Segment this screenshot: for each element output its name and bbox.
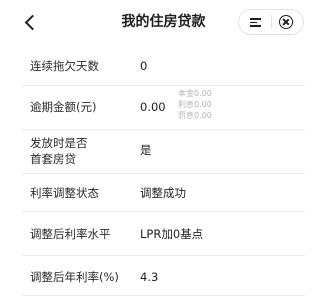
row-label: 逾期金额(元) — [30, 100, 97, 114]
nav-bar: 我的住房贷款 — [0, 0, 327, 44]
interest-amount: 利息0.00 — [178, 100, 212, 109]
menu-icon[interactable] — [250, 17, 261, 27]
info-row-first-home-loan: 发放时是否 首套房贷 是 — [0, 130, 327, 174]
row-label: 连续拖欠天数 — [30, 59, 99, 73]
row-label: 调整后利率水平 — [30, 227, 111, 241]
row-value: 调整成功 — [140, 186, 186, 200]
row-value: 4.3 — [140, 270, 159, 284]
info-row-overdue-days: 连续拖欠天数 0 — [0, 44, 327, 86]
row-value: LPR加0基点 — [140, 227, 204, 241]
row-value: 是 — [140, 143, 152, 157]
info-row-overdue-amount: 逾期金额(元) 0.00 本金0.00 利息0.00 罚息0.00 — [0, 86, 327, 130]
mini-program-capsule — [238, 9, 304, 35]
info-row-adjusted-annual-rate: 调整后年利率(%) 4.3 — [0, 256, 327, 296]
row-value: 0 — [140, 59, 148, 73]
row-label: 调整后年利率(%) — [30, 270, 119, 284]
row-value: 0.00 — [140, 100, 166, 114]
capsule-divider — [271, 15, 272, 29]
penalty-interest-amount: 罚息0.00 — [178, 111, 212, 120]
row-label-line1: 发放时是否 — [30, 136, 88, 150]
divider — [22, 295, 305, 296]
row-label: 利率调整状态 — [30, 186, 99, 200]
info-row-rate-adjust-status: 利率调整状态 调整成功 — [0, 174, 327, 212]
info-row-adjusted-rate-level: 调整后利率水平 LPR加0基点 — [0, 212, 327, 256]
close-icon[interactable] — [279, 15, 293, 29]
row-label-line2: 首套房贷 — [30, 152, 76, 166]
principal-amount: 本金0.00 — [178, 89, 212, 98]
